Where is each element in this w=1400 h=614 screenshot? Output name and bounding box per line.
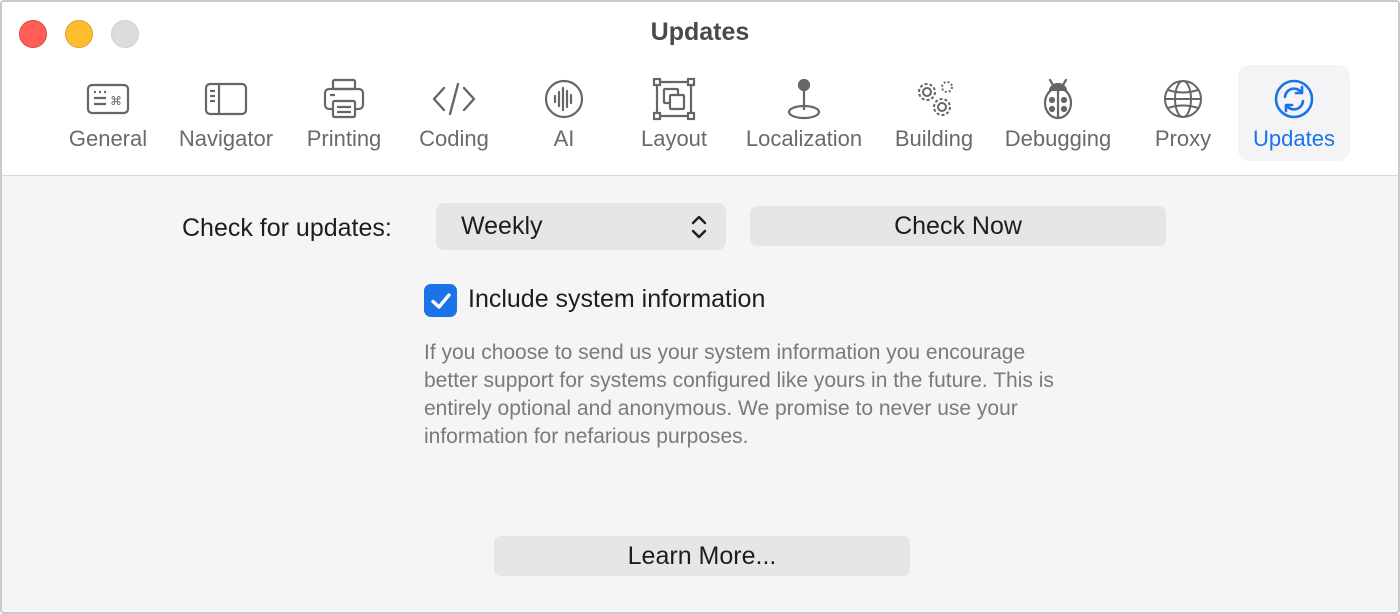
waveform-icon: [539, 74, 589, 124]
tab-navigator-label: Navigator: [178, 126, 274, 151]
globe-icon: [1158, 74, 1208, 124]
tab-proxy-label: Proxy: [1154, 126, 1212, 151]
sidebar-icon: [201, 74, 251, 124]
tab-ai[interactable]: AI: [524, 65, 604, 161]
chevron-up-down-icon: [691, 215, 707, 238]
tab-proxy[interactable]: Proxy: [1142, 65, 1224, 161]
tab-layout[interactable]: Layout: [630, 65, 718, 161]
update-frequency-select[interactable]: Weekly: [436, 203, 726, 250]
tab-localization[interactable]: Localization: [738, 65, 870, 161]
include-system-info-checkbox[interactable]: [424, 284, 457, 317]
tab-updates[interactable]: Updates: [1238, 65, 1350, 161]
learn-more-button[interactable]: Learn More...: [494, 536, 910, 576]
tab-debugging-label: Debugging: [1004, 126, 1112, 151]
tab-coding-label: Coding: [419, 126, 489, 151]
printer-icon: [319, 74, 369, 124]
tab-general-label: General: [68, 126, 148, 151]
tab-general[interactable]: ⌘ General: [60, 65, 156, 161]
refresh-icon: [1269, 74, 1319, 124]
tab-ai-label: AI: [553, 126, 575, 151]
code-brackets-icon: [429, 74, 479, 124]
tab-building[interactable]: Building: [888, 65, 980, 161]
system-info-description: If you choose to send us your system inf…: [424, 341, 1054, 448]
tab-updates-label: Updates: [1253, 126, 1335, 151]
tab-coding[interactable]: Coding: [410, 65, 498, 161]
tab-layout-label: Layout: [640, 126, 708, 151]
window-title: Updates: [650, 18, 750, 46]
ladybug-icon: [1033, 74, 1083, 124]
preferences-toolbar: ⌘ General Navigator Printing Coding AI L…: [2, 65, 1398, 165]
tab-building-label: Building: [894, 126, 974, 151]
preferences-window: Updates ⌘ General Navigator Printing Cod…: [0, 0, 1400, 614]
update-frequency-value: Weekly: [461, 212, 543, 240]
svg-text:⌘: ⌘: [110, 94, 122, 108]
checkmark-icon: [430, 292, 451, 309]
tab-debugging[interactable]: Debugging: [998, 65, 1118, 161]
check-for-updates-label: Check for updates:: [182, 214, 392, 242]
location-pin-icon: [779, 74, 829, 124]
keyboard-icon: ⌘: [83, 74, 133, 124]
gears-icon: [909, 74, 959, 124]
layout-icon: [649, 74, 699, 124]
tab-printing-label: Printing: [306, 126, 382, 151]
tab-navigator[interactable]: Navigator: [172, 65, 280, 161]
include-system-info-label[interactable]: Include system information: [468, 285, 765, 314]
tab-localization-label: Localization: [745, 126, 863, 151]
check-now-button[interactable]: Check Now: [750, 206, 1166, 246]
titlebar: Updates ⌘ General Navigator Printing Cod…: [2, 2, 1398, 176]
tab-printing[interactable]: Printing: [298, 65, 390, 161]
